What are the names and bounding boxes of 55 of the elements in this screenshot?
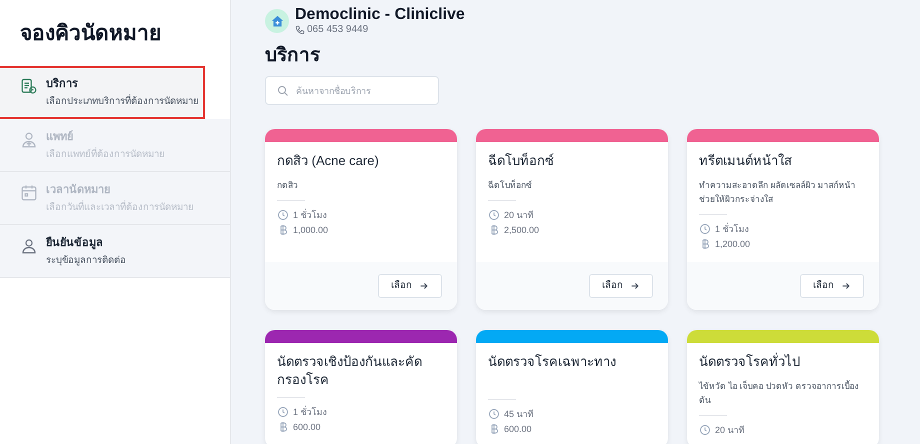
person-icon: [20, 237, 38, 255]
card-description: ฉีดโบท็อกซ์: [488, 178, 533, 192]
step-subtitle: เลือกประเภทบริการที่ต้องการนัดหมาย: [46, 95, 199, 109]
clock-icon: [699, 223, 711, 235]
step-subtitle: เลือกวันที่และเวลาที่ต้องการนัดหมาย: [46, 201, 194, 215]
clock-icon: [488, 209, 500, 221]
clinic-logo: [265, 9, 289, 33]
step-subtitle: เลือกแพทย์ที่ต้องการนัดหมาย: [46, 148, 165, 162]
card-title: นัดตรวจเชิงป้องกันและคัดกรองโรค: [277, 353, 423, 389]
clinic-phone: 065 453 9449: [307, 24, 368, 36]
price-text: 600.00: [504, 423, 532, 435]
arrow-right-icon: [630, 281, 640, 291]
card-description: กดสิว: [277, 179, 299, 192]
doctor-icon: [20, 131, 38, 149]
duration-text: 20 นาที: [715, 424, 745, 436]
select-button[interactable]: เลือก: [378, 274, 442, 298]
card-title: กดสิว (Acne care): [277, 152, 380, 170]
card-title: ทรีตเมนต์หน้าใส: [699, 152, 793, 170]
price-text: 2,500.00: [504, 224, 540, 236]
step-subtitle: ระบุข้อมูลการติดต่อ: [46, 254, 126, 268]
step-item[interactable]: ยืนยันข้อมูล ระบุข้อมูลการติดต่อ: [0, 225, 230, 278]
calendar-icon: [20, 184, 38, 202]
search-field[interactable]: ค้นหาจากชื่อบริการ: [265, 76, 439, 105]
step-title: บริการ: [46, 77, 79, 91]
phone-icon: [295, 25, 305, 35]
sidebar-title: จองคิวนัดหมาย: [19, 21, 162, 47]
arrow-right-icon: [419, 281, 429, 291]
card-title: นัดตรวจโรคทั่วไป: [699, 353, 801, 371]
card-description: ไข้หวัด ไอ เจ็บคอ ปวดหัว ตรวจอาการเบื้องต้น: [699, 379, 860, 407]
price-text: 1,000.00: [293, 224, 328, 236]
select-button[interactable]: เลือก: [800, 274, 864, 298]
arrow-right-icon: [841, 281, 851, 291]
step-title: เวลานัดหมาย: [46, 183, 111, 197]
select-button[interactable]: เลือก: [589, 274, 653, 298]
duration-text: 1 ชั่วโมง: [715, 223, 749, 235]
duration-text: 1 ชั่วโมง: [293, 209, 327, 221]
search-icon: [277, 84, 289, 96]
price-text: 1,200.00: [715, 238, 750, 250]
duration-text: 45 นาที: [504, 408, 534, 420]
card-title: ฉีดโบท็อกซ์: [488, 152, 555, 170]
price-text: 600.00: [293, 421, 321, 433]
clock-icon: [699, 424, 711, 436]
duration-text: 20 นาที: [504, 209, 534, 221]
clock-icon: [277, 406, 289, 418]
step-title: แพทย์: [46, 130, 74, 144]
card-description: ทำความสะอาดลึก ผลัดเซลล์ผิว มาสก์หน้า ช่วยให้ผิวกระจ่างใส: [699, 179, 857, 206]
clinic-name: Democlinic - Cliniclive: [295, 6, 465, 24]
page-title: บริการ: [265, 44, 322, 68]
card-title: นัดตรวจโรคเฉพาะทาง: [488, 353, 617, 371]
step-title: ยืนยันข้อมูล: [46, 236, 104, 250]
clock-icon: [488, 408, 500, 420]
duration-text: 1 ชั่วโมง: [293, 406, 327, 418]
clock-icon: [277, 209, 289, 221]
document-icon: [20, 78, 38, 96]
step-item[interactable]: บริการ เลือกประเภทบริการที่ต้องการนัดหมาย: [0, 66, 205, 119]
